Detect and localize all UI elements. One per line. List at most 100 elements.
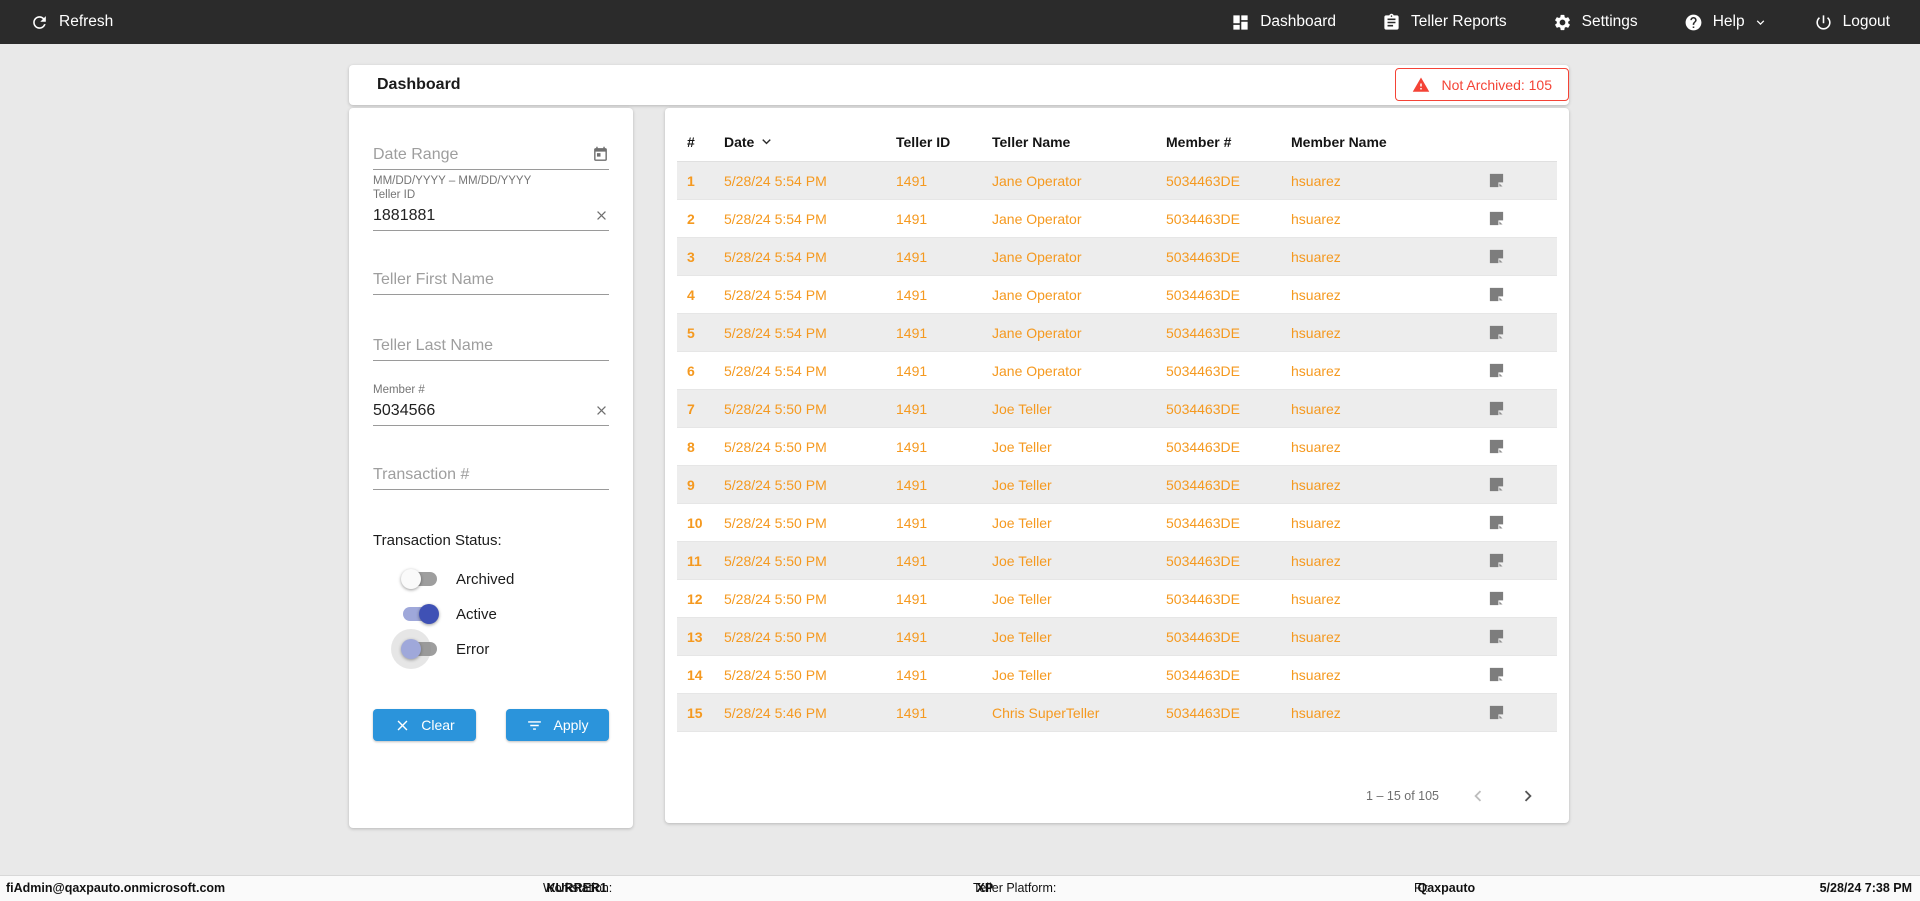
member-number-field[interactable]: 5034566 [373, 396, 609, 426]
row-member-name: hsuarez [1291, 210, 1341, 227]
date-range-field[interactable]: Date Range [373, 140, 609, 170]
table-row[interactable]: 4 5/28/24 5:54 PM 1491 Jane Operator 503… [677, 276, 1557, 314]
row-teller-id: 1491 [896, 400, 928, 417]
table-row[interactable]: 14 5/28/24 5:50 PM 1491 Joe Teller 50344… [677, 656, 1557, 694]
row-date: 5/28/24 5:50 PM [724, 552, 827, 569]
row-number: 10 [687, 514, 703, 531]
note-icon[interactable] [1488, 514, 1505, 531]
nav-dashboard[interactable]: Dashboard [1231, 13, 1336, 32]
fi-info: FI: Qaxpauto [1414, 881, 1476, 895]
table-row[interactable]: 6 5/28/24 5:54 PM 1491 Jane Operator 503… [677, 352, 1557, 390]
table-row[interactable]: 2 5/28/24 5:54 PM 1491 Jane Operator 503… [677, 200, 1557, 238]
note-icon[interactable] [1488, 476, 1505, 493]
toggle-error-label: Error [456, 640, 490, 658]
row-date: 5/28/24 5:54 PM [724, 248, 827, 265]
table-row[interactable]: 12 5/28/24 5:50 PM 1491 Joe Teller 50344… [677, 580, 1557, 618]
table-row[interactable]: 3 5/28/24 5:54 PM 1491 Jane Operator 503… [677, 238, 1557, 276]
previous-page-button[interactable] [1467, 785, 1489, 807]
note-icon[interactable] [1488, 172, 1505, 189]
toggle-error[interactable]: Error [401, 635, 609, 663]
row-member-number: 5034463DE [1166, 324, 1240, 341]
row-teller-id: 1491 [896, 172, 928, 189]
column-header-member-number[interactable]: Member # [1156, 134, 1281, 150]
row-teller-name: Jane Operator [992, 324, 1082, 341]
column-header-teller-name[interactable]: Teller Name [982, 134, 1156, 150]
refresh-button[interactable]: Refresh [30, 13, 113, 32]
row-teller-id: 1491 [896, 324, 928, 341]
row-date: 5/28/24 5:54 PM [724, 362, 827, 379]
row-member-name: hsuarez [1291, 362, 1341, 379]
note-icon[interactable] [1488, 286, 1505, 303]
note-icon[interactable] [1488, 248, 1505, 265]
teller-reports-icon [1382, 13, 1401, 32]
next-page-button[interactable] [1517, 785, 1539, 807]
row-member-number: 5034463DE [1166, 286, 1240, 303]
date-range-placeholder: Date Range [373, 145, 459, 163]
not-archived-badge[interactable]: Not Archived: 105 [1395, 68, 1569, 101]
row-member-name: hsuarez [1291, 514, 1341, 531]
teller-first-name-field[interactable]: Teller First Name [373, 265, 609, 295]
table-row[interactable]: 1 5/28/24 5:54 PM 1491 Jane Operator 503… [677, 162, 1557, 200]
table-row[interactable]: 7 5/28/24 5:50 PM 1491 Joe Teller 503446… [677, 390, 1557, 428]
toggle-archived[interactable]: Archived [401, 565, 609, 593]
note-icon[interactable] [1488, 324, 1505, 341]
nav-logout-label: Logout [1842, 13, 1890, 30]
nav-help[interactable]: Help [1684, 13, 1768, 32]
table-body: 1 5/28/24 5:54 PM 1491 Jane Operator 503… [677, 162, 1557, 732]
row-member-number: 5034463DE [1166, 590, 1240, 607]
table-row[interactable]: 15 5/28/24 5:46 PM 1491 Chris SuperTelle… [677, 694, 1557, 732]
nav-settings[interactable]: Settings [1553, 13, 1638, 32]
apply-button[interactable]: Apply [506, 709, 609, 741]
clear-member-number-icon[interactable] [594, 403, 609, 418]
teller-last-name-placeholder: Teller Last Name [373, 336, 494, 354]
table-row[interactable]: 10 5/28/24 5:50 PM 1491 Joe Teller 50344… [677, 504, 1557, 542]
row-teller-name: Joe Teller [992, 590, 1052, 607]
row-teller-name: Joe Teller [992, 552, 1052, 569]
note-icon[interactable] [1488, 666, 1505, 683]
toggle-active[interactable]: Active [403, 600, 609, 628]
help-icon [1684, 13, 1703, 32]
table-row[interactable]: 5 5/28/24 5:54 PM 1491 Jane Operator 503… [677, 314, 1557, 352]
teller-id-field[interactable]: 1881881 [373, 201, 609, 231]
row-teller-id: 1491 [896, 552, 928, 569]
transaction-number-placeholder: Transaction # [373, 465, 470, 483]
row-member-number: 5034463DE [1166, 210, 1240, 227]
row-teller-id: 1491 [896, 286, 928, 303]
note-icon[interactable] [1488, 362, 1505, 379]
note-icon[interactable] [1488, 552, 1505, 569]
transaction-number-field[interactable]: Transaction # [373, 460, 609, 490]
date-range-hint: MM/DD/YYYY – MM/DD/YYYY [373, 175, 532, 187]
pagination: 1 – 15 of 105 [1366, 785, 1539, 807]
note-icon[interactable] [1488, 590, 1505, 607]
row-teller-id: 1491 [896, 514, 928, 531]
row-teller-name: Joe Teller [992, 400, 1052, 417]
row-number: 11 [687, 552, 702, 569]
table-row[interactable]: 11 5/28/24 5:50 PM 1491 Joe Teller 50344… [677, 542, 1557, 580]
row-member-number: 5034463DE [1166, 666, 1240, 683]
row-member-name: hsuarez [1291, 248, 1341, 265]
table-header-row: # Date Teller ID Teller Name Member # Me… [677, 108, 1557, 162]
teller-last-name-field[interactable]: Teller Last Name [373, 331, 609, 361]
dashboard-icon [1231, 13, 1250, 32]
table-row[interactable]: 13 5/28/24 5:50 PM 1491 Joe Teller 50344… [677, 618, 1557, 656]
note-icon[interactable] [1488, 438, 1505, 455]
calendar-icon[interactable] [592, 146, 609, 163]
clear-teller-id-icon[interactable] [594, 208, 609, 223]
column-header-num[interactable]: # [677, 134, 714, 150]
table-row[interactable]: 9 5/28/24 5:50 PM 1491 Joe Teller 503446… [677, 466, 1557, 504]
status-footer: fiAdmin@qaxpauto.onmicrosoft.com Worksta… [0, 875, 1920, 901]
nav-teller-reports[interactable]: Teller Reports [1382, 13, 1507, 32]
note-icon[interactable] [1488, 210, 1505, 227]
table-row[interactable]: 8 5/28/24 5:50 PM 1491 Joe Teller 503446… [677, 428, 1557, 466]
column-header-date[interactable]: Date [714, 133, 886, 150]
note-icon[interactable] [1488, 628, 1505, 645]
row-member-name: hsuarez [1291, 400, 1341, 417]
column-header-teller-id[interactable]: Teller ID [886, 134, 982, 150]
row-teller-name: Jane Operator [992, 362, 1082, 379]
clear-button[interactable]: Clear [373, 709, 476, 741]
row-number: 2 [687, 210, 695, 227]
column-header-member-name[interactable]: Member Name [1281, 134, 1477, 150]
nav-logout[interactable]: Logout [1814, 13, 1890, 32]
note-icon[interactable] [1488, 400, 1505, 417]
note-icon[interactable] [1488, 704, 1505, 721]
